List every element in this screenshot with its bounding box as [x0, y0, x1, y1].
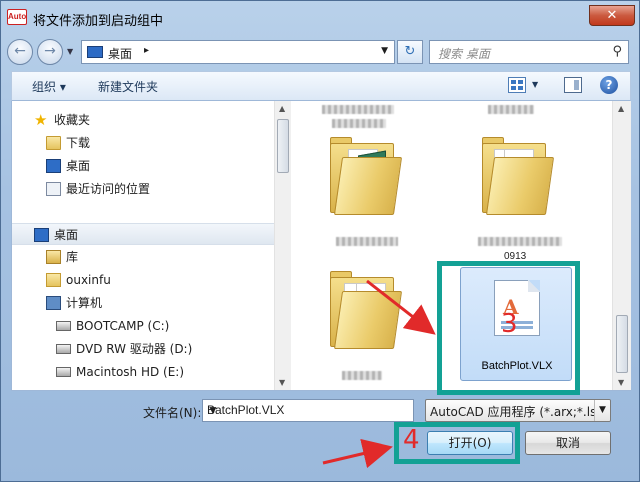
preview-pane-icon[interactable]: [564, 77, 582, 93]
close-button[interactable]: ✕: [589, 5, 635, 26]
history-dropdown-icon[interactable]: ▼: [67, 47, 73, 56]
nav-item-desktop[interactable]: 桌面: [12, 155, 274, 177]
folder-icon: [333, 291, 403, 349]
new-folder-button[interactable]: 新建文件夹: [98, 78, 158, 95]
nav-item-label: 最近访问的位置: [66, 182, 151, 196]
nav-item-label: 桌面: [54, 228, 79, 242]
cancel-button[interactable]: 取消: [525, 431, 611, 455]
nav-item-drive-d[interactable]: DVD RW 驱动器 (D:): [12, 338, 274, 360]
nav-item-label: 收藏夹: [54, 113, 91, 127]
folder-item[interactable]: [482, 137, 555, 215]
command-bar: 组织 ▾ 新建文件夹 ▼ ?: [11, 71, 631, 101]
autocad-app-icon: Auto: [7, 9, 27, 25]
organize-button[interactable]: 组织 ▾: [32, 78, 66, 95]
forward-arrow-icon: →: [44, 43, 56, 59]
blurred-caption: [478, 237, 562, 246]
nav-item-label: 计算机: [66, 296, 103, 310]
nav-item-drive-e[interactable]: Macintosh HD (E:): [12, 361, 274, 383]
folder-icon: [333, 157, 403, 215]
file-list-scrollbar[interactable]: ▲ ▼: [612, 101, 631, 390]
address-dropdown-icon[interactable]: ▼: [381, 46, 388, 56]
nav-item-label: 桌面: [66, 159, 91, 173]
nav-item-favorites[interactable]: ★ 收藏夹: [12, 109, 274, 131]
file-type-select[interactable]: AutoCAD 应用程序 (*.arx;*.lsp ▼: [425, 399, 611, 422]
nav-item-label: DVD RW 驱动器 (D:): [76, 342, 193, 356]
view-dropdown-icon[interactable]: ▼: [532, 80, 538, 89]
user-folder-icon: [46, 273, 61, 287]
breadcrumb-chevron-icon[interactable]: ▸: [144, 45, 149, 56]
help-icon[interactable]: ?: [600, 76, 618, 94]
forward-button[interactable]: →: [37, 39, 63, 65]
download-folder-icon: [46, 136, 61, 150]
folder-item[interactable]: [330, 137, 403, 215]
folder-icon: [485, 157, 555, 215]
back-button[interactable]: ←: [7, 39, 33, 65]
scroll-thumb[interactable]: [277, 119, 289, 173]
chevron-down-icon[interactable]: ▼: [207, 403, 410, 417]
scroll-down-icon[interactable]: ▼: [618, 378, 624, 387]
file-type-value[interactable]: AutoCAD 应用程序 (*.arx;*.lsp: [430, 403, 604, 420]
library-icon: [46, 250, 61, 264]
nav-scrollbar[interactable]: ▲ ▼: [274, 101, 291, 390]
annotation-step-4: 4: [403, 425, 420, 455]
nav-item-drive-c[interactable]: BOOTCAMP (C:): [12, 315, 274, 337]
desktop-icon: [34, 228, 49, 242]
address-bar[interactable]: 桌面 ▸ ▼: [81, 40, 395, 64]
nav-item-libraries[interactable]: 库: [12, 246, 274, 268]
search-input[interactable]: 搜索 桌面 ⚲: [429, 40, 629, 64]
nav-item-recent-places[interactable]: 最近访问的位置: [12, 178, 274, 200]
refresh-icon: ↻: [404, 44, 416, 59]
drive-icon: [56, 321, 71, 331]
nav-item-label: Macintosh HD (E:): [76, 365, 185, 379]
star-icon: ★: [34, 111, 48, 129]
desktop-icon: [46, 159, 61, 173]
scroll-down-icon[interactable]: ▼: [279, 378, 285, 387]
view-icon[interactable]: [508, 77, 526, 93]
blurred-caption: [342, 371, 382, 380]
nav-item-user[interactable]: ouxinfu: [12, 269, 274, 291]
scroll-thumb[interactable]: [616, 315, 628, 373]
blurred-caption: [336, 237, 398, 246]
file-dialog-window: Auto 将文件添加到启动组中 ✕ ← → ▼ 桌面 ▸ ▼ ↻ 搜索 桌面 ⚲…: [0, 0, 640, 482]
back-arrow-icon: ←: [14, 43, 26, 59]
address-location[interactable]: 桌面: [108, 45, 132, 62]
blurred-caption: [322, 105, 394, 114]
nav-item-desktop-root[interactable]: 桌面: [12, 223, 274, 245]
dvd-drive-icon: [56, 344, 71, 354]
search-icon[interactable]: ⚲: [612, 44, 622, 59]
refresh-button[interactable]: ↻: [397, 40, 423, 64]
drive-icon: [56, 367, 71, 377]
nav-item-label: 库: [66, 250, 79, 264]
nav-item-computer[interactable]: 计算机: [12, 292, 274, 314]
filename-label: 文件名(N):: [143, 406, 202, 420]
nav-item-downloads[interactable]: 下载: [12, 132, 274, 154]
arrow-to-step4: [322, 438, 393, 469]
recent-places-icon: [46, 182, 61, 196]
blurred-caption: [488, 105, 534, 114]
computer-icon: [46, 296, 61, 310]
navigation-pane: ★ 收藏夹 下载 桌面 最近访问的位置 桌面 库 ouxinfu 计算机 BOO…: [12, 101, 274, 390]
nav-item-label: ouxinfu: [66, 273, 111, 287]
nav-item-label: BOOTCAMP (C:): [76, 319, 170, 333]
nav-item-label: 下载: [66, 136, 91, 150]
filename-field[interactable]: BatchPlot.VLX ▼: [202, 399, 414, 422]
window-title: 将文件添加到启动组中: [33, 14, 164, 29]
scroll-up-icon[interactable]: ▲: [279, 104, 285, 113]
blurred-caption: [332, 119, 386, 128]
scroll-up-icon[interactable]: ▲: [618, 104, 624, 113]
title-bar: Auto 将文件添加到启动组中 ✕: [1, 1, 640, 35]
folder-item[interactable]: [330, 271, 403, 349]
search-placeholder: 搜索 桌面: [438, 47, 490, 61]
chevron-down-icon[interactable]: ▼: [594, 400, 610, 421]
desktop-icon: [87, 46, 103, 58]
annotation-step-3: 3: [501, 309, 518, 339]
